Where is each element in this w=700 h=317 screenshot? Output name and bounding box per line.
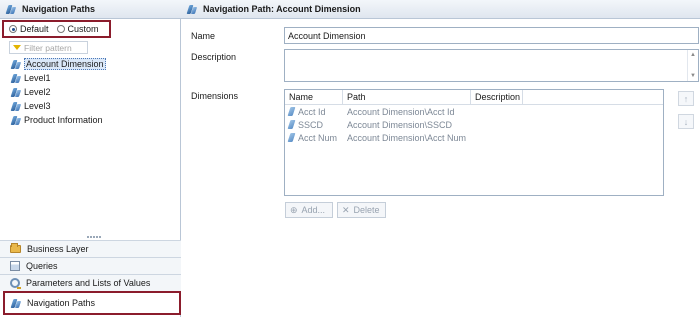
add-button-label: Add... [301,205,326,215]
default-radio-label[interactable]: Default [20,24,49,34]
dimension-icon [287,107,296,116]
nav-label: Business Layer [27,244,89,254]
filter-icon [13,45,21,50]
navigation-path-tree: Account Dimension Level1 Level2 Level3 P… [10,57,108,127]
editor-header: Navigation Path: Account Dimension [181,0,700,19]
parameters-icon [10,278,21,289]
tree-item-product-information[interactable]: Product Information [10,113,108,127]
navigation-path-icon [11,73,21,84]
add-icon: ⊕ [290,204,298,215]
move-up-button[interactable]: ↑ [678,91,694,106]
name-label: Name [191,31,216,41]
nav-navigation-paths[interactable]: Navigation Paths [3,291,181,315]
panel-title: Navigation Paths [22,4,96,14]
delete-button-label: Delete [353,205,380,215]
nav-label: Navigation Paths [27,298,96,308]
row-path: Account Dimension\Acct Id [347,106,455,117]
navigation-path-icon [11,298,21,309]
tree-item-label: Level3 [24,101,51,111]
delete-icon: ✕ [342,204,350,215]
dimension-icon [287,120,296,129]
navigation-path-icon [187,4,197,15]
table-header: Name Path Description [285,90,663,105]
tree-item-level3[interactable]: Level3 [10,99,108,113]
row-description [471,118,523,131]
nav-label: Queries [26,261,58,271]
left-panel: Navigation Paths Default Custom Filter p… [0,0,181,317]
editor-title: Navigation Path: Account Dimension [203,4,361,14]
queries-icon [10,261,20,271]
bottom-navigation: Business Layer Queries Parameters and Li… [0,240,181,315]
name-field[interactable]: Account Dimension [284,27,699,44]
nav-label: Parameters and Lists of Values [26,278,151,288]
tree-item-label: Account Dimension [24,58,106,70]
view-mode-radio-group: Default Custom [2,20,111,38]
move-down-button[interactable]: ↓ [678,114,694,129]
default-radio[interactable] [9,25,17,33]
row-path: Account Dimension\Acct Num [347,132,467,143]
nav-queries[interactable]: Queries [0,257,181,274]
row-description [471,131,523,144]
row-description [471,105,523,118]
filter-input[interactable]: Filter pattern [9,41,88,54]
dimensions-label: Dimensions [191,91,239,101]
dimensions-table: Name Path Description Acct Id Account Di… [284,89,664,196]
delete-button[interactable]: ✕ Delete [337,202,386,218]
scroll-up-icon[interactable]: ▲ [690,52,696,58]
tree-item-label: Product Information [24,115,103,125]
tree-item-label: Level1 [24,73,51,83]
row-name: Acct Id [298,106,326,117]
name-field-value: Account Dimension [288,30,366,41]
row-name: Acct Num [298,132,338,143]
column-header-description[interactable]: Description [471,90,523,104]
navigation-path-icon [11,101,21,112]
navigation-path-icon [11,87,21,98]
table-row[interactable]: SSCD Account Dimension\SSCD [285,118,663,131]
dimension-icon [287,133,296,142]
arrow-up-icon: ↑ [683,93,689,104]
table-row[interactable]: Acct Id Account Dimension\Acct Id [285,105,663,118]
scroll-down-icon[interactable]: ▼ [690,73,696,79]
row-path: Account Dimension\SSCD [347,119,453,130]
custom-radio-label[interactable]: Custom [68,24,99,34]
tree-item-level1[interactable]: Level1 [10,71,108,85]
custom-radio[interactable] [56,25,65,33]
arrow-down-icon: ↓ [683,116,689,127]
nav-business-layer[interactable]: Business Layer [0,240,181,257]
column-header-name[interactable]: Name [285,90,343,104]
navigation-path-icon [11,115,21,126]
navigation-paths-panel-header: Navigation Paths [0,0,181,19]
add-button[interactable]: ⊕ Add... [285,202,333,218]
description-label: Description [191,52,237,62]
column-header-path[interactable]: Path [343,90,471,104]
panel-splitter-handle[interactable] [87,236,101,239]
tree-item-account-dimension[interactable]: Account Dimension [10,57,108,71]
folder-icon [10,243,21,253]
table-row[interactable]: Acct Num Account Dimension\Acct Num [285,131,663,144]
filter-placeholder: Filter pattern [24,42,72,53]
navigation-path-icon [11,59,21,70]
navigation-path-icon [6,4,16,15]
nav-parameters-and-lov[interactable]: Parameters and Lists of Values [0,274,181,291]
tree-item-label: Level2 [24,87,51,97]
description-field[interactable]: ▲ ▼ [284,49,699,82]
row-name: SSCD [298,119,324,130]
description-scrollbar[interactable]: ▲ ▼ [687,50,698,81]
editor-panel: Navigation Path: Account Dimension Name … [181,0,700,317]
tree-item-level2[interactable]: Level2 [10,85,108,99]
